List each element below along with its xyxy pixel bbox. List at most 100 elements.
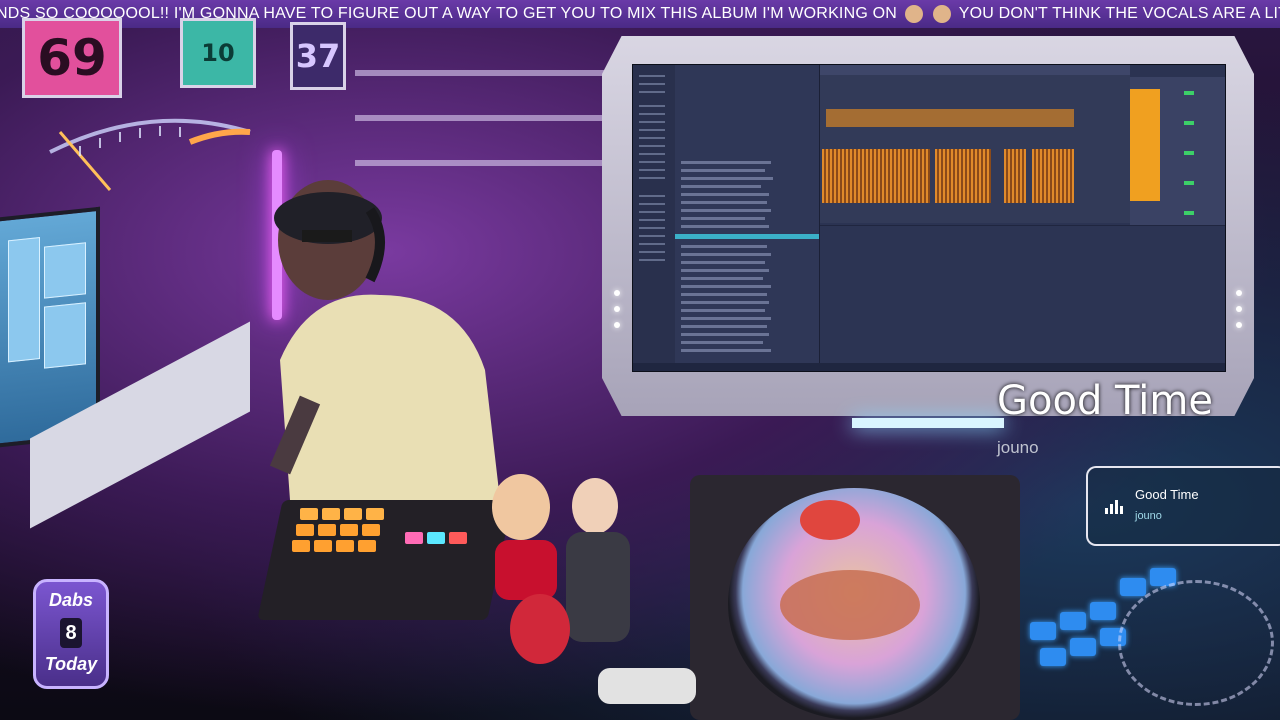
browser-category [639,145,665,147]
frame-light [1236,290,1242,296]
streamer [269,180,500,500]
browser-file[interactable] [681,201,767,204]
monitor-panel [8,237,40,363]
bobblehead-head [492,474,550,540]
slipmat-art [800,500,860,540]
browser-file[interactable] [681,161,771,164]
browser-category [639,177,665,179]
audio-clip[interactable] [822,149,930,203]
browser-file[interactable] [681,341,763,344]
browser-file[interactable] [681,293,767,296]
bobblehead-jersey [495,540,557,600]
badge-bottom-text: Today [44,654,98,674]
drum-pad [318,524,336,536]
drum-pad [314,540,332,552]
audio-clip[interactable] [1004,149,1026,203]
daw-browser [633,65,820,371]
browser-file[interactable] [681,177,773,180]
shelf [355,70,615,76]
controller-pad [1120,578,1146,596]
sneaker [598,668,696,704]
equalizer-bars-icon [1105,498,1125,514]
track-activator[interactable] [1184,211,1194,215]
browser-category [639,203,665,205]
browser-file[interactable] [681,209,771,212]
drum-pad [340,524,358,536]
drum-pad [449,532,467,544]
shelf [355,160,615,166]
browser-file[interactable] [681,325,767,328]
browser-file[interactable] [681,285,771,288]
bobblehead-body [566,532,630,642]
arrangement-view[interactable] [820,65,1130,223]
controller-pad [1070,638,1096,656]
browser-file[interactable] [681,317,771,320]
drum-pad [366,508,384,520]
channel-logo-watermark [1118,580,1274,706]
browser-categories [633,65,675,371]
frame-light [614,290,620,296]
shelf [355,115,615,121]
mixer-section[interactable] [1130,77,1225,225]
browser-file[interactable] [681,185,761,188]
track-activator[interactable] [1184,121,1194,125]
now-playing-card-artist: jouno [1135,510,1162,522]
browser-category [639,219,665,221]
drum-pad [362,524,380,536]
frame-light [1236,306,1242,312]
wall-jersey: 10 [180,18,256,88]
pad-controller [257,500,513,620]
daw-screen [632,64,1226,372]
browser-category [639,83,665,85]
browser-category [639,169,665,171]
wall-jersey: 37 [290,22,346,90]
now-playing-artist: jouno [997,438,1039,457]
drum-pad [300,508,318,520]
frame-light [614,306,620,312]
drum-pad [427,532,445,544]
audio-clip[interactable] [935,149,991,203]
browser-file[interactable] [681,193,769,196]
emote-icon [904,4,923,23]
emote-icon [933,4,952,23]
now-playing-title: Good Time [997,378,1213,424]
jersey-number: 37 [295,37,341,75]
browser-category [639,259,665,261]
browser-category [639,121,665,123]
browser-selected-file[interactable] [675,234,819,239]
timeline-ruler[interactable] [820,65,1130,75]
audio-clip[interactable] [1032,149,1074,203]
browser-file[interactable] [681,261,765,264]
browser-file[interactable] [681,309,765,312]
now-playing-card-title: Good Time [1135,487,1199,502]
browser-file[interactable] [681,169,765,172]
device-view [820,225,1225,371]
track-activator[interactable] [1184,91,1194,95]
browser-file[interactable] [681,225,769,228]
drum-pad [296,524,314,536]
drum-pad [292,540,310,552]
browser-file[interactable] [681,277,763,280]
frame-light [1236,322,1242,328]
jersey-number: 69 [37,29,107,87]
track-header[interactable] [1130,89,1160,201]
browser-file[interactable] [681,245,767,248]
browser-file[interactable] [681,269,769,272]
browser-file[interactable] [681,333,769,336]
browser-category [639,91,665,93]
monitor-panel [44,302,86,369]
slipmat-art [780,570,920,640]
drum-pad [336,540,354,552]
audio-clip[interactable] [826,109,1074,127]
track-activator[interactable] [1184,181,1194,185]
browser-category [639,137,665,139]
browser-category [639,227,665,229]
ticker-text-part1: NDS SO COOOOOOL!! I'M GONNA HAVE TO FIGU… [0,5,898,22]
track-activator[interactable] [1184,151,1194,155]
browser-file[interactable] [681,217,765,220]
browser-category [639,211,665,213]
browser-file[interactable] [681,349,771,352]
browser-file[interactable] [681,253,771,256]
frame-glow-bar [852,418,1004,428]
browser-file[interactable] [681,301,769,304]
